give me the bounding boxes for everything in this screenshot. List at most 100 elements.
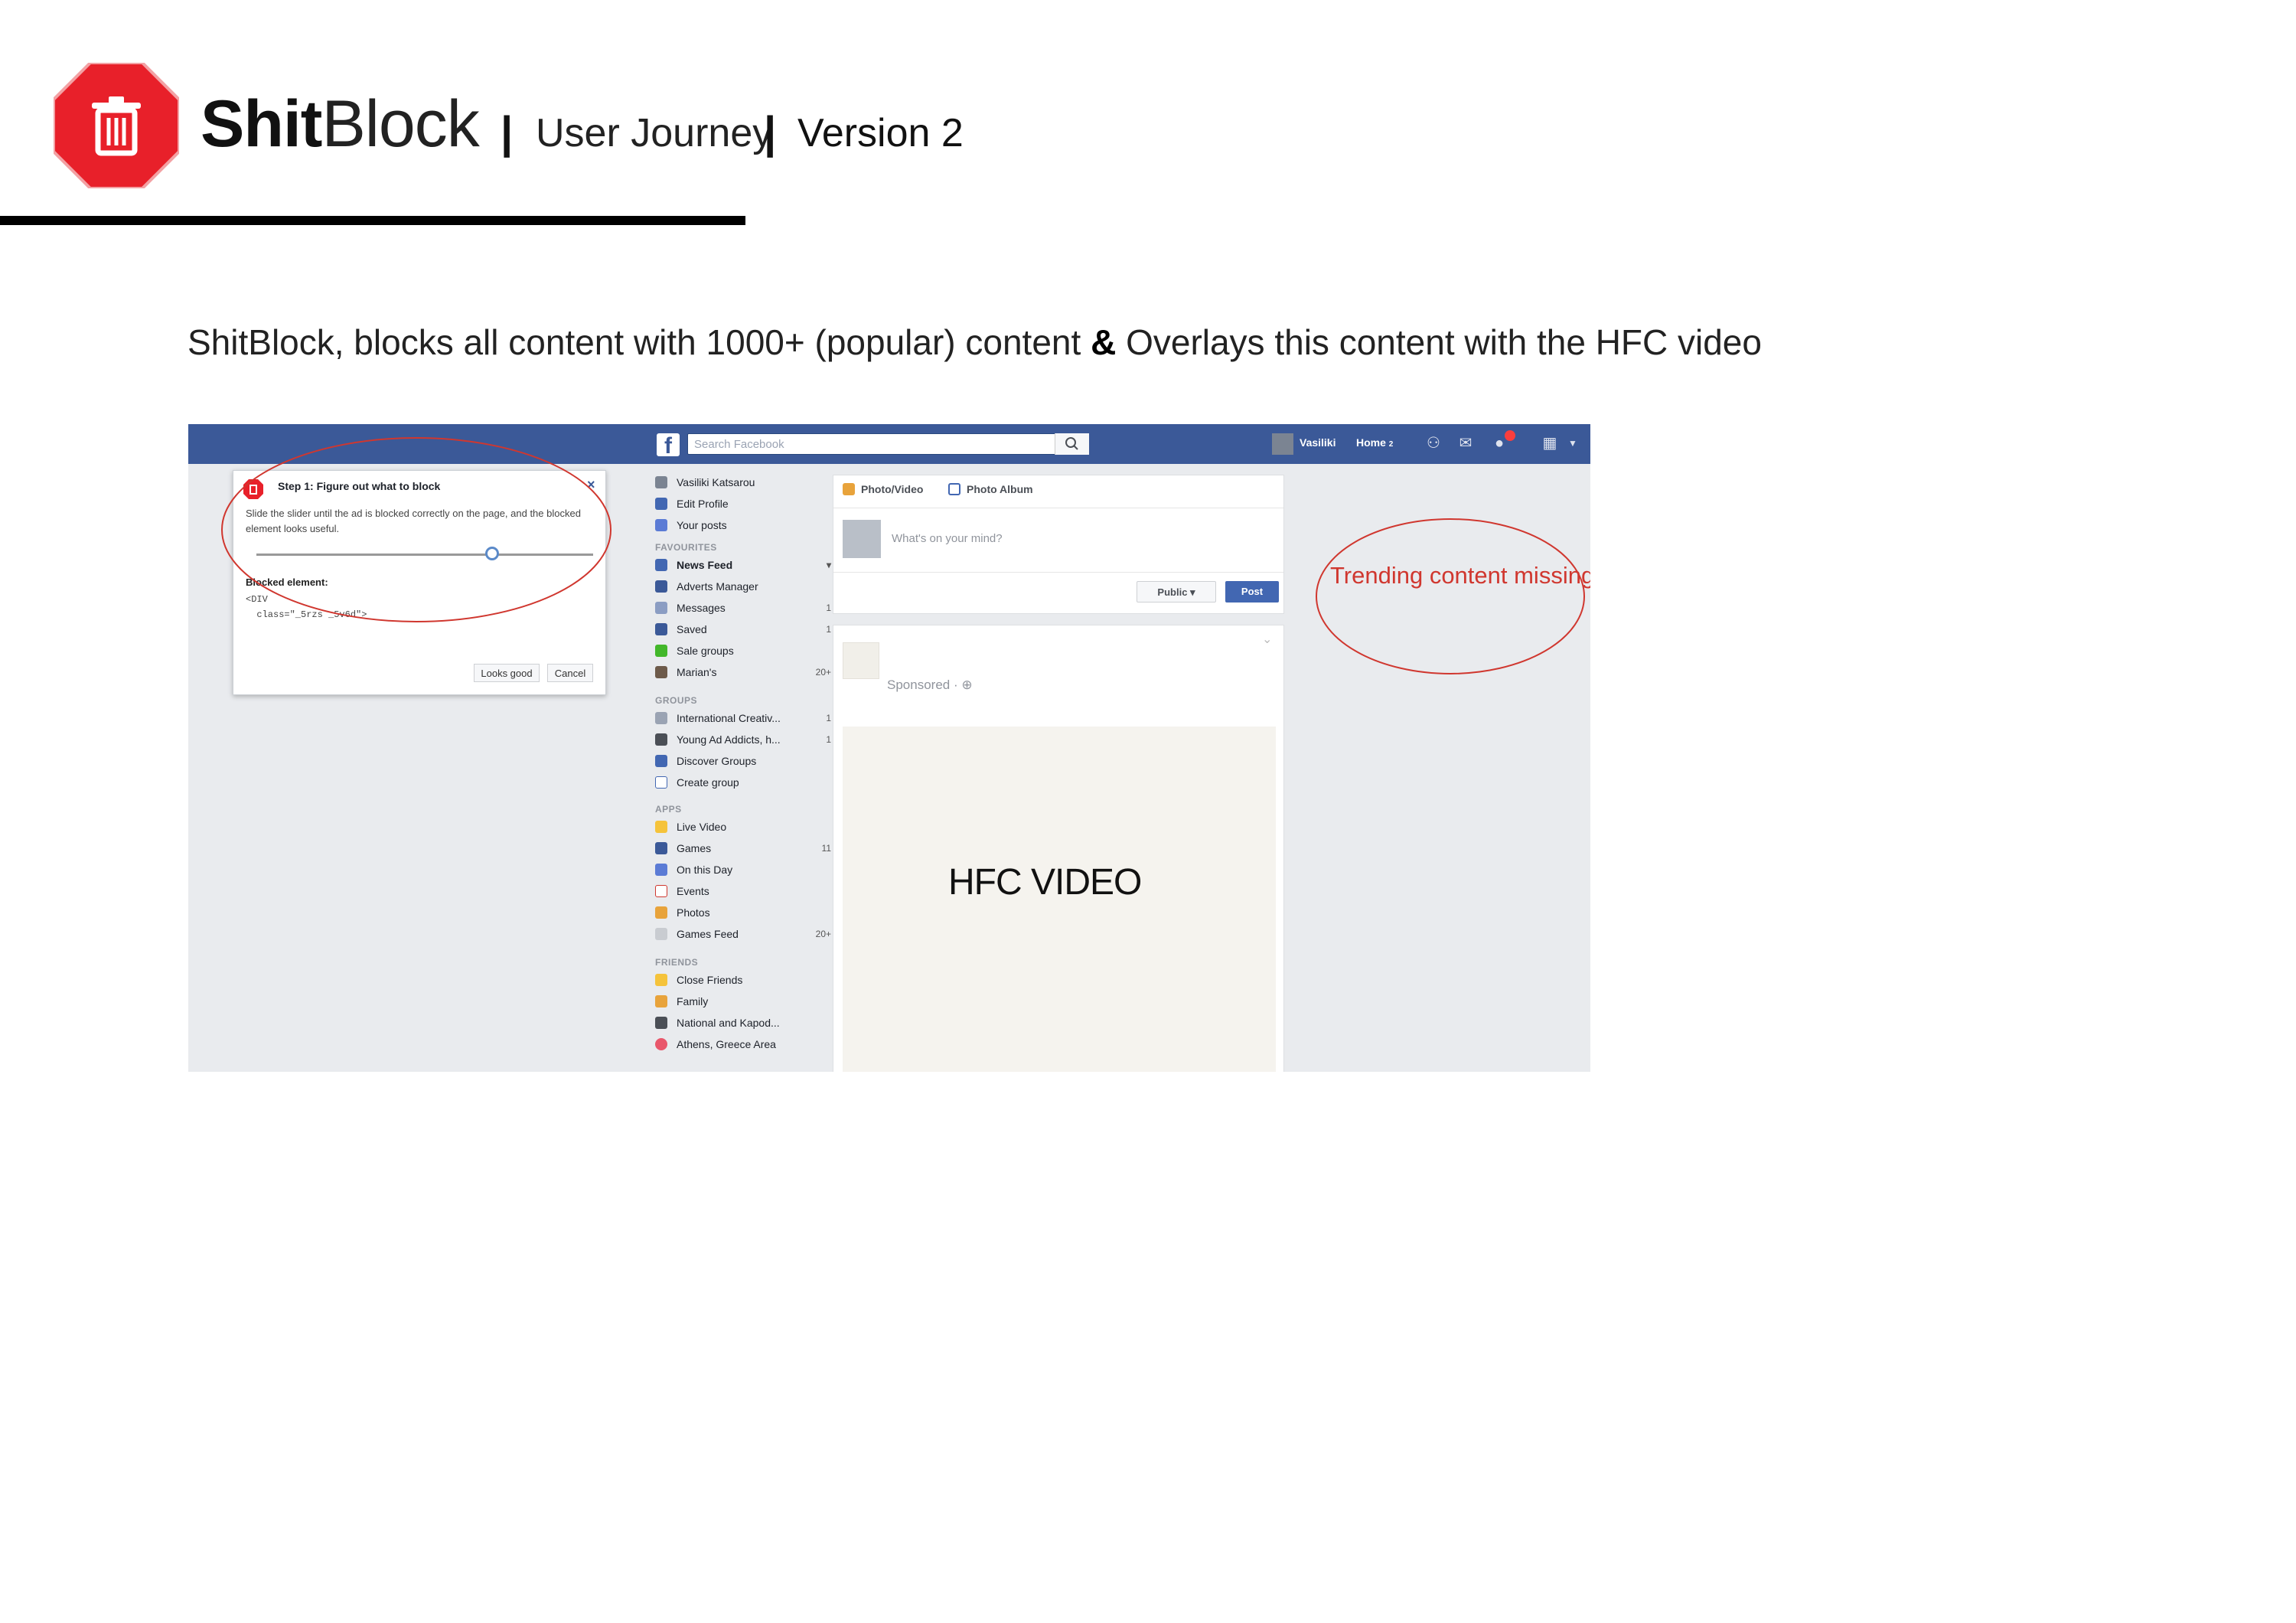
nav-item-messages[interactable]: Messages 1 <box>655 597 839 619</box>
nav-label: Games Feed <box>677 928 739 940</box>
nav-item-close-friends[interactable]: Close Friends <box>655 969 839 991</box>
brand-bold: Shit <box>201 87 322 161</box>
header-separator: | <box>501 108 514 158</box>
nav-item-create-group[interactable]: Create group <box>655 772 839 793</box>
account-menu-chevron-down-icon[interactable]: ▼ <box>1563 435 1583 452</box>
nav-item-location[interactable]: Athens, Greece Area <box>655 1034 839 1055</box>
tab-photo-album[interactable]: Photo Album <box>948 483 1033 495</box>
discover-icon <box>655 755 667 767</box>
sale-icon <box>655 645 667 657</box>
facebook-screenshot: f Search Facebook Vasiliki Home 2 ⚇ ✉ ● … <box>188 424 1590 1072</box>
audience-selector-button[interactable]: Public ▾ <box>1137 581 1216 603</box>
brand-title: ShitBlock <box>201 86 480 162</box>
nav-label: News Feed <box>677 559 733 571</box>
games-feed-icon <box>655 928 667 940</box>
nav-item-live-video[interactable]: Live Video <box>655 816 839 838</box>
star-icon <box>655 974 667 986</box>
nav-item-adverts-manager[interactable]: Adverts Manager <box>655 576 839 597</box>
nav-label: Saved <box>677 623 707 635</box>
nav-label: Close Friends <box>677 974 743 986</box>
user-name-link[interactable]: Vasiliki <box>1300 436 1336 449</box>
avatar-icon <box>655 476 667 488</box>
header-rule <box>0 216 745 225</box>
nav-item-profile[interactable]: Vasiliki Katsarou <box>655 472 839 493</box>
user-icon <box>655 519 667 531</box>
divider <box>833 572 1283 573</box>
nav-item-marians[interactable]: Marian's 20+ <box>655 661 839 683</box>
nav-item-group[interactable]: International Creativ... 1 <box>655 707 839 729</box>
plus-icon <box>655 776 667 789</box>
facebook-search-input[interactable]: Search Facebook <box>687 433 1088 455</box>
calendar-icon <box>655 885 667 897</box>
nav-item-news-feed[interactable]: News Feed ▾ <box>655 554 839 576</box>
nav-item-sale-groups[interactable]: Sale groups <box>655 640 839 661</box>
nav-item-your-posts[interactable]: Your posts <box>655 514 839 536</box>
nav-item-events[interactable]: Events <box>655 880 839 902</box>
clock-icon <box>655 864 667 876</box>
home-link[interactable]: Home 2 <box>1356 436 1393 449</box>
more-chevron-icon[interactable]: ▾ <box>827 554 831 576</box>
album-icon <box>948 483 960 495</box>
apps-heading: APPS <box>655 804 682 815</box>
nav-label: Athens, Greece Area <box>677 1038 776 1050</box>
photos-icon <box>655 906 667 919</box>
looks-good-button[interactable]: Looks good <box>474 664 540 682</box>
messages-icon[interactable]: ✉ <box>1456 435 1476 452</box>
tab-label: Photo Album <box>967 483 1033 495</box>
nav-item-games-feed[interactable]: Games Feed 20+ <box>655 923 839 945</box>
tab-label: Photo/Video <box>861 483 924 495</box>
nav-label: Create group <box>677 776 739 789</box>
nav-label: Photos <box>677 906 710 919</box>
nav-item-family[interactable]: Family <box>655 991 839 1012</box>
photo-icon <box>843 483 855 495</box>
post-composer: Photo/Video Photo Album What's on your m… <box>833 475 1284 614</box>
friend-requests-icon[interactable]: ⚇ <box>1424 435 1443 452</box>
nav-label: Discover Groups <box>677 755 757 767</box>
nav-count: 20+ <box>815 929 831 939</box>
news-feed-icon <box>655 559 667 571</box>
section-title: User Journey <box>536 111 773 155</box>
nav-label: Events <box>677 885 709 897</box>
nav-label: International Creativ... <box>677 712 781 724</box>
cancel-button[interactable]: Cancel <box>547 664 593 682</box>
tab-photo-video[interactable]: Photo/Video <box>843 483 923 495</box>
facebook-logo-icon[interactable]: f <box>657 433 680 459</box>
nav-item-school[interactable]: National and Kapod... <box>655 1012 839 1034</box>
header-separator: | <box>764 108 777 158</box>
nav-label: Family <box>677 995 709 1007</box>
nav-label: Messages <box>677 602 726 614</box>
nav-item-edit-profile[interactable]: Edit Profile <box>655 493 839 514</box>
hfc-video-overlay[interactable]: HFC VIDEO <box>843 727 1276 1072</box>
nav-item-group[interactable]: Young Ad Addicts, h... 1 <box>655 729 839 750</box>
nav-label: Marian's <box>677 666 717 678</box>
adverts-icon <box>655 580 667 593</box>
description-ampersand: & <box>1091 322 1117 362</box>
school-icon <box>655 1017 667 1029</box>
nav-label: On this Day <box>677 864 733 876</box>
friends-heading: FRIENDS <box>655 957 699 968</box>
nav-item-games[interactable]: Games 11 <box>655 838 839 859</box>
user-avatar[interactable] <box>1272 433 1293 455</box>
live-video-icon <box>655 821 667 833</box>
nav-label: Sale groups <box>677 645 734 657</box>
search-icon[interactable] <box>1055 433 1089 455</box>
location-icon <box>655 1038 667 1050</box>
nav-item-saved[interactable]: Saved 1 <box>655 619 839 640</box>
home-label: Home <box>1356 436 1386 449</box>
edit-icon <box>655 498 667 510</box>
trending-annotation-ellipse <box>1316 518 1585 674</box>
sponsored-post: ⌄ Sponsored · ⊕ HFC VIDEO <box>833 625 1284 1072</box>
nav-item-on-this-day[interactable]: On this Day <box>655 859 839 880</box>
nav-count: 1 <box>826 603 831 613</box>
privacy-lock-icon[interactable]: ▦ <box>1540 435 1560 452</box>
status-input[interactable]: What's on your mind? <box>892 532 1003 545</box>
hfc-video-label: HFC VIDEO <box>948 862 1142 903</box>
post-button[interactable]: Post <box>1225 581 1279 603</box>
description-part-2: Overlays this content with the HFC video <box>1116 322 1762 362</box>
nav-label: Adverts Manager <box>677 580 758 593</box>
nav-item-photos[interactable]: Photos <box>655 902 839 923</box>
trending-missing-annotation: Trending content missing <box>1330 562 1590 589</box>
chevron-down-icon[interactable]: ⌄ <box>1262 632 1272 647</box>
nav-item-discover-groups[interactable]: Discover Groups <box>655 750 839 772</box>
left-navigation: Vasiliki Katsarou Edit Profile Your post… <box>655 472 839 1069</box>
